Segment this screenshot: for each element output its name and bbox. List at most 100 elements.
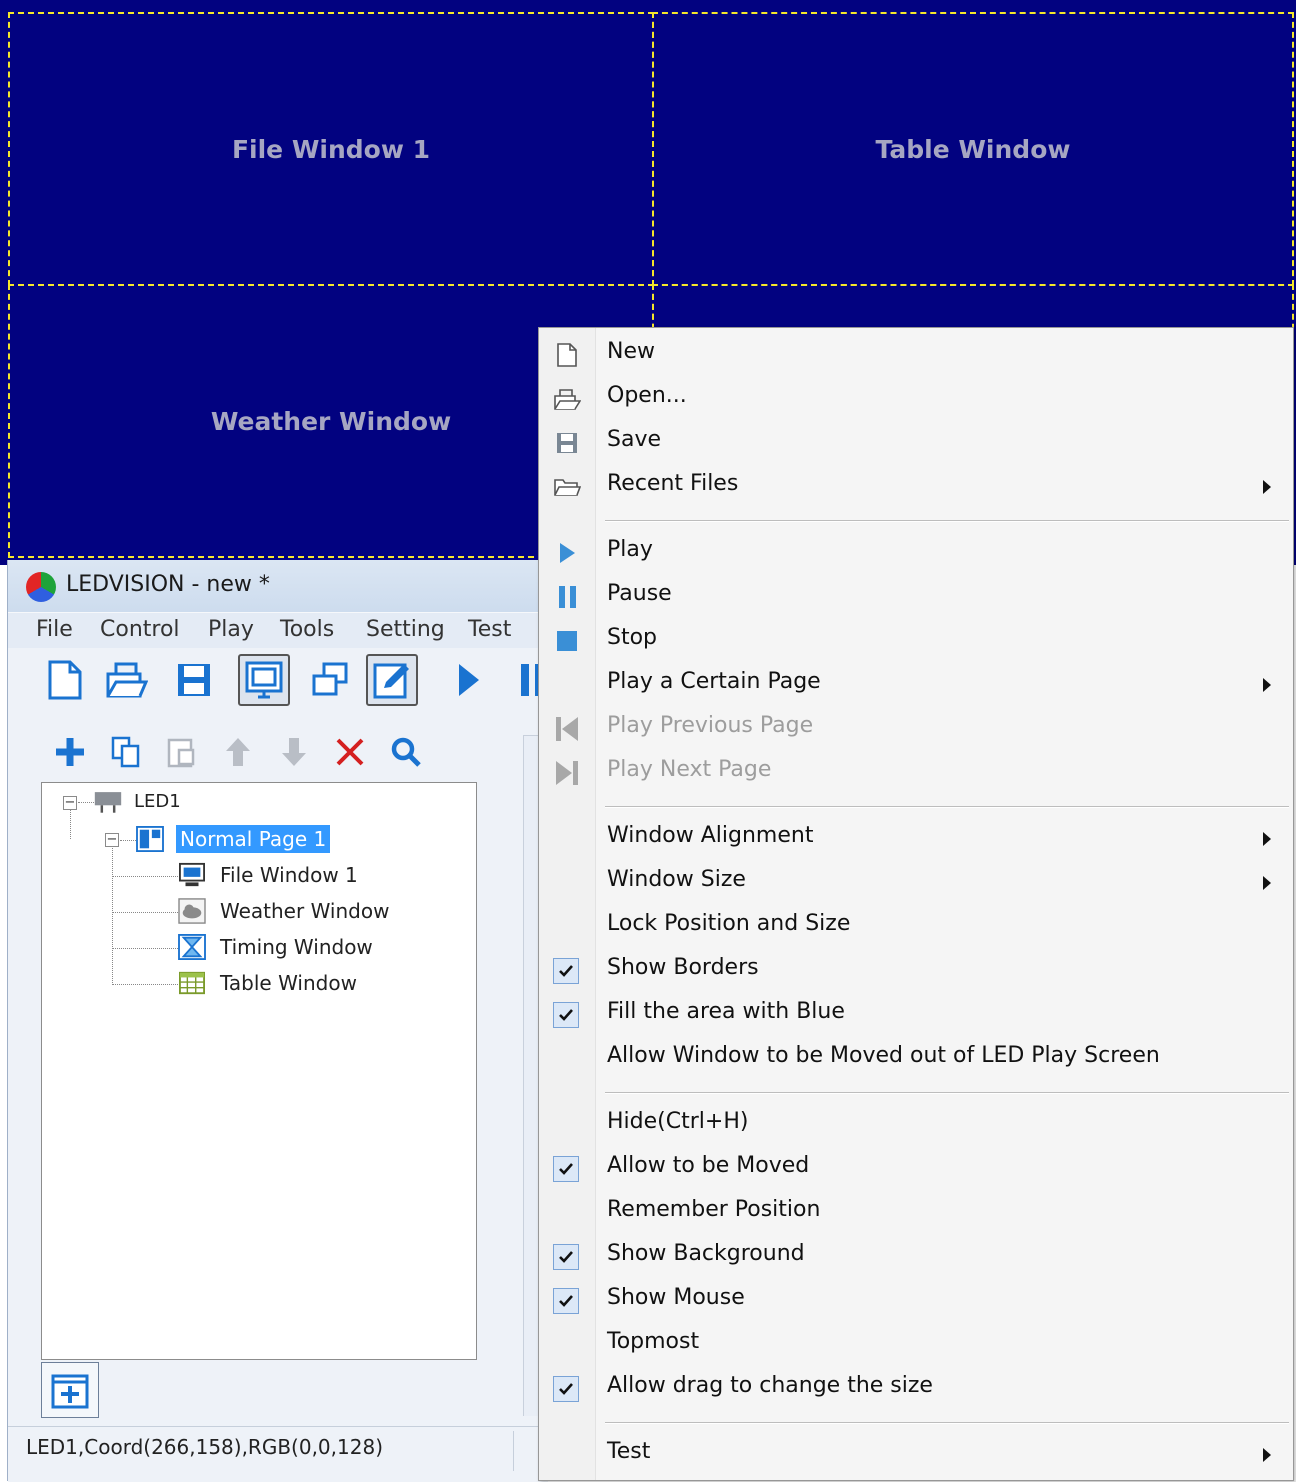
- page-layout-icon: [136, 826, 164, 852]
- open-icon: [553, 386, 581, 412]
- window-title: LEDVISION - new *: [66, 572, 270, 597]
- led-table-window[interactable]: Table Window: [652, 12, 1294, 286]
- folder-icon: [553, 474, 581, 500]
- menu-item-play-previous-page[interactable]: Play Previous Page: [539, 706, 1293, 750]
- menu-item-save[interactable]: Save: [539, 420, 1293, 464]
- status-text: LED1,Coord(266,158),RGB(0,0,128): [26, 1435, 383, 1459]
- menu-item-play-certain-page[interactable]: Play a Certain Page: [539, 662, 1293, 706]
- add-page-button[interactable]: [41, 1362, 99, 1418]
- next-page-icon: [553, 760, 581, 786]
- menu-item-lock-position[interactable]: Lock Position and Size: [539, 904, 1293, 948]
- menu-item-topmost[interactable]: Topmost: [539, 1322, 1293, 1366]
- menu-item-window-size[interactable]: Window Size: [539, 860, 1293, 904]
- menu-item-open[interactable]: Open...: [539, 376, 1293, 420]
- menu-item-remember-position[interactable]: Remember Position: [539, 1190, 1293, 1234]
- menu-item-allow-drag-size[interactable]: Allow drag to change the size: [539, 1366, 1293, 1410]
- menu-item-test[interactable]: Test: [539, 1432, 1293, 1476]
- checkmark-icon: [553, 1376, 579, 1402]
- tree-item-label: Normal Page 1: [176, 825, 331, 853]
- tree-item-label: File Window 1: [220, 863, 358, 887]
- paste-button[interactable]: [160, 730, 204, 774]
- led-file-window[interactable]: File Window 1: [8, 12, 654, 286]
- menu-item-allow-moved[interactable]: Allow to be Moved: [539, 1146, 1293, 1190]
- open-button[interactable]: [100, 654, 152, 706]
- checkmark-icon: [553, 1244, 579, 1270]
- menu-item-show-background[interactable]: Show Background: [539, 1234, 1293, 1278]
- save-button[interactable]: [168, 654, 220, 706]
- collapse-page-icon[interactable]: −: [105, 833, 119, 847]
- menu-file[interactable]: File: [36, 617, 73, 642]
- checkmark-icon: [553, 1288, 579, 1314]
- table-icon: [179, 971, 205, 995]
- new-file-button[interactable]: [38, 654, 90, 706]
- page-tree: − − LED1 Normal Page 1 File Window 1 Wea…: [41, 782, 477, 1360]
- add-icon: [56, 738, 84, 766]
- menu-item-allow-out-of-screen[interactable]: Allow Window to be Moved out of LED Play…: [539, 1036, 1293, 1080]
- submenu-arrow-icon: [1263, 876, 1271, 890]
- menu-item-play-next-page[interactable]: Play Next Page: [539, 750, 1293, 794]
- play-icon: [553, 540, 581, 566]
- open-icon: [106, 662, 148, 698]
- cloud-icon: [178, 898, 206, 924]
- menu-play[interactable]: Play: [208, 617, 254, 642]
- new-file-icon: [553, 342, 581, 368]
- search-icon: [391, 737, 421, 767]
- play-icon: [459, 664, 479, 696]
- menu-item-hide[interactable]: Hide(Ctrl+H): [539, 1102, 1293, 1146]
- status-divider: [513, 1431, 514, 1471]
- windows-button[interactable]: [304, 654, 356, 706]
- pause-icon: [521, 664, 541, 696]
- menu-test[interactable]: Test: [468, 617, 511, 642]
- tree-item-label: Weather Window: [220, 899, 390, 923]
- menu-item-show-borders[interactable]: Show Borders: [539, 948, 1293, 992]
- menu-separator: [605, 520, 1289, 522]
- title-bar[interactable]: LEDVISION - new *: [8, 560, 548, 612]
- menu-separator: [605, 1422, 1289, 1424]
- tree-toolbar: [48, 730, 448, 780]
- context-menu: New Open... Save Recent Files Play Pause…: [538, 327, 1294, 1481]
- menu-setting[interactable]: Setting: [366, 617, 445, 642]
- menu-tools[interactable]: Tools: [280, 617, 334, 642]
- tree-item-label: Table Window: [220, 971, 357, 995]
- menu-separator: [605, 806, 1289, 808]
- copy-button[interactable]: [104, 730, 148, 774]
- checkmark-icon: [553, 1002, 579, 1028]
- save-icon: [178, 664, 210, 696]
- play-button[interactable]: [442, 654, 494, 706]
- menu-item-new[interactable]: New: [539, 332, 1293, 376]
- menu-item-pause[interactable]: Pause: [539, 574, 1293, 618]
- menu-item-recent-files[interactable]: Recent Files: [539, 464, 1293, 508]
- menu-item-fill-blue[interactable]: Fill the area with Blue: [539, 992, 1293, 1036]
- paste-icon: [167, 738, 195, 768]
- screen-button[interactable]: [238, 654, 290, 706]
- screen-icon: [245, 661, 283, 699]
- add-button[interactable]: [48, 730, 92, 774]
- menu-item-window-alignment[interactable]: Window Alignment: [539, 816, 1293, 860]
- delete-icon: [336, 738, 364, 766]
- led-table-window-label: Table Window: [875, 134, 1071, 164]
- menu-control[interactable]: Control: [100, 617, 180, 642]
- move-up-icon: [226, 738, 250, 766]
- page-tree-panel: − − LED1 Normal Page 1 File Window 1 Wea…: [8, 710, 508, 1430]
- submenu-arrow-icon: [1263, 678, 1271, 692]
- menu-item-stop[interactable]: Stop: [539, 618, 1293, 662]
- led-screen-icon: [94, 792, 122, 813]
- led-file-window-label: File Window 1: [231, 134, 431, 164]
- menu-item-show-mouse[interactable]: Show Mouse: [539, 1278, 1293, 1322]
- checkmark-icon: [553, 958, 579, 984]
- collapse-led1-icon[interactable]: −: [63, 796, 77, 810]
- save-icon: [553, 430, 581, 456]
- menu-item-play[interactable]: Play: [539, 530, 1293, 574]
- app-logo-icon: [26, 572, 56, 602]
- led-weather-window-label: Weather Window: [210, 406, 452, 436]
- move-up-button[interactable]: [216, 730, 260, 774]
- edit-icon: [373, 663, 409, 699]
- tree-item-label: Timing Window: [220, 935, 373, 959]
- delete-button[interactable]: [328, 730, 372, 774]
- move-down-button[interactable]: [272, 730, 316, 774]
- copy-icon: [111, 736, 140, 768]
- move-down-icon: [282, 738, 306, 766]
- search-button[interactable]: [384, 730, 428, 774]
- edit-button[interactable]: [366, 654, 418, 706]
- monitor-icon: [179, 862, 205, 887]
